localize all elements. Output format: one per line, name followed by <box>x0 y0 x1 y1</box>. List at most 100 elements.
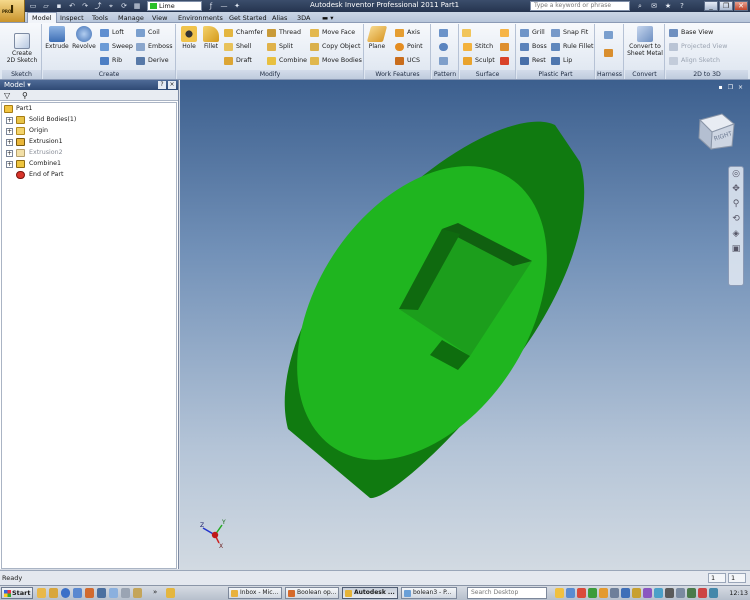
quicklaunch-desktop-icon[interactable] <box>109 588 118 598</box>
move-bodies-button[interactable]: Move Bodies <box>310 56 362 66</box>
tray-icon-13[interactable] <box>687 588 696 598</box>
fillet-button[interactable]: Fillet <box>201 26 221 50</box>
tree-node-origin[interactable]: + Origin <box>6 126 174 136</box>
part-model[interactable]: Z Y X <box>180 80 750 570</box>
draft-button[interactable]: Draft <box>224 56 252 66</box>
help-search-input[interactable]: Type a keyword or phrase <box>530 1 630 11</box>
revolve-button[interactable]: Revolve <box>71 26 97 50</box>
rib-button[interactable]: Rib <box>100 56 122 66</box>
split-button[interactable]: Split <box>267 42 293 52</box>
pan-icon[interactable]: ✥ <box>729 182 743 197</box>
minimize-button[interactable]: _ <box>704 1 718 11</box>
search-icon[interactable]: ⌕ <box>634 1 646 11</box>
convert-sheet-metal-button[interactable]: Convert to Sheet Metal <box>626 26 664 57</box>
quicklaunch-firefox-icon[interactable] <box>85 588 94 598</box>
align-sketch-button[interactable]: Align Sketch <box>669 56 720 66</box>
tab-tools[interactable]: Tools <box>92 13 108 23</box>
start-button[interactable]: Start <box>1 587 33 599</box>
circular-pattern-button[interactable] <box>439 42 449 52</box>
delete-face-button[interactable] <box>500 56 510 66</box>
new-file-icon[interactable]: ▭ <box>28 2 38 10</box>
tab-environments[interactable]: Environments <box>178 13 223 23</box>
taskbar-overflow-icon[interactable]: » <box>153 588 157 596</box>
tab-alias[interactable]: Alias <box>272 13 287 23</box>
tray-icon-14[interactable] <box>698 588 707 598</box>
quicklaunch-tool-icon[interactable] <box>121 588 130 598</box>
restore-button[interactable]: ❐ <box>719 1 733 11</box>
chamfer-button[interactable]: Chamfer <box>224 28 263 38</box>
axis-button[interactable]: Axis <box>395 28 420 38</box>
create-sketch-button[interactable]: Create 2D Sketch <box>4 26 40 64</box>
find-icon[interactable]: ⚲ <box>22 91 28 100</box>
tray-icon-8[interactable] <box>632 588 641 598</box>
tree-node-part[interactable]: Part1 <box>4 104 174 114</box>
expand-icon[interactable]: + <box>6 161 13 168</box>
point-button[interactable]: Point <box>395 42 423 52</box>
help-icon[interactable]: ? <box>158 81 166 89</box>
appearance-icon[interactable]: ✦ <box>232 2 242 10</box>
base-view-button[interactable]: Base View <box>669 28 713 38</box>
taskbar-clock[interactable]: 12:13 <box>729 589 748 597</box>
lip-button[interactable]: Lip <box>551 56 572 66</box>
help-icon[interactable]: ? <box>676 1 688 11</box>
tray-icon-9[interactable] <box>643 588 652 598</box>
thicken-button[interactable] <box>462 28 472 38</box>
tab-inspect[interactable]: Inspect <box>60 13 84 23</box>
tray-icon-6[interactable] <box>610 588 619 598</box>
expand-icon[interactable]: + <box>6 150 13 157</box>
update-icon[interactable]: ⟳ <box>119 2 129 10</box>
ribbon-options-icon[interactable]: ▬ ▾ <box>322 13 333 23</box>
rest-button[interactable]: Rest <box>520 56 546 66</box>
tray-icon-7[interactable] <box>621 588 630 598</box>
grill-button[interactable]: Grill <box>520 28 545 38</box>
color-override-select[interactable]: Lime <box>147 1 202 11</box>
coil-button[interactable]: Coil <box>136 28 160 38</box>
tab-view[interactable]: View <box>152 13 167 23</box>
snap-fit-button[interactable]: Snap Fit <box>551 28 588 38</box>
sweep-button[interactable]: Sweep <box>100 42 133 52</box>
taskbar-window-inbox[interactable]: Inbox - Mic... <box>228 587 282 599</box>
return-icon[interactable]: ⤴ <box>93 2 103 10</box>
harness-button-2[interactable] <box>604 48 614 58</box>
extrude-button[interactable]: Extrude <box>45 26 69 50</box>
hole-button[interactable]: Hole <box>179 26 199 50</box>
quicklaunch-folder-icon[interactable] <box>37 588 46 598</box>
rectangular-pattern-button[interactable] <box>439 28 449 38</box>
redo-icon[interactable]: ↷ <box>80 2 90 10</box>
combine-button[interactable]: Combine <box>267 56 307 66</box>
undo-icon[interactable]: ↶ <box>67 2 77 10</box>
copy-object-button[interactable]: Copy Object <box>310 42 360 52</box>
orbit-icon[interactable]: ⟲ <box>729 212 743 227</box>
move-face-button[interactable]: Move Face <box>310 28 355 38</box>
tree-node-solid-bodies[interactable]: + Solid Bodies(1) <box>6 115 174 125</box>
shell-button[interactable]: Shell <box>224 42 251 52</box>
sculpt-button[interactable]: Sculpt <box>463 56 495 66</box>
properties-icon[interactable]: ▦ <box>132 2 142 10</box>
tree-node-combine1[interactable]: + Combine1 <box>6 159 174 169</box>
desktop-search-input[interactable]: Search Desktop <box>467 587 547 599</box>
communication-icon[interactable]: ★ <box>662 1 674 11</box>
derive-button[interactable]: Derive <box>136 56 169 66</box>
tray-icon-5[interactable] <box>599 588 608 598</box>
open-file-icon[interactable]: ▱ <box>41 2 51 10</box>
quicklaunch-app-icon[interactable] <box>49 588 58 598</box>
tree-node-extrusion2[interactable]: + Extrusion2 <box>6 148 174 158</box>
expand-icon[interactable]: + <box>6 117 13 124</box>
graphics-viewport[interactable]: ▪ ❐ × Z Y X RIGHT ◎ ✥ ⚲ ⟲ ◈ ▣ <box>180 80 750 570</box>
rule-fillet-button[interactable]: Rule Fillet <box>551 42 593 52</box>
tab-3da[interactable]: 3DA <box>297 13 310 23</box>
expand-icon[interactable]: + <box>6 139 13 146</box>
quicklaunch-media-icon[interactable] <box>73 588 82 598</box>
filter-icon[interactable]: ▽ <box>4 91 10 100</box>
stitch-button[interactable]: Stitch <box>463 42 493 52</box>
harness-button-1[interactable] <box>604 30 614 40</box>
viewcube[interactable]: RIGHT <box>694 110 736 150</box>
patch-button[interactable] <box>500 28 510 38</box>
tree-node-extrusion1[interactable]: + Extrusion1 <box>6 137 174 147</box>
tray-icon-1[interactable] <box>555 588 564 598</box>
projected-view-button[interactable]: Projected View <box>669 42 727 52</box>
application-menu-button[interactable]: I PRO <box>0 0 25 22</box>
tab-get-started[interactable]: Get Started <box>229 13 267 23</box>
quicklaunch-browser-icon[interactable] <box>61 588 70 598</box>
measure-icon[interactable]: — <box>219 2 229 10</box>
